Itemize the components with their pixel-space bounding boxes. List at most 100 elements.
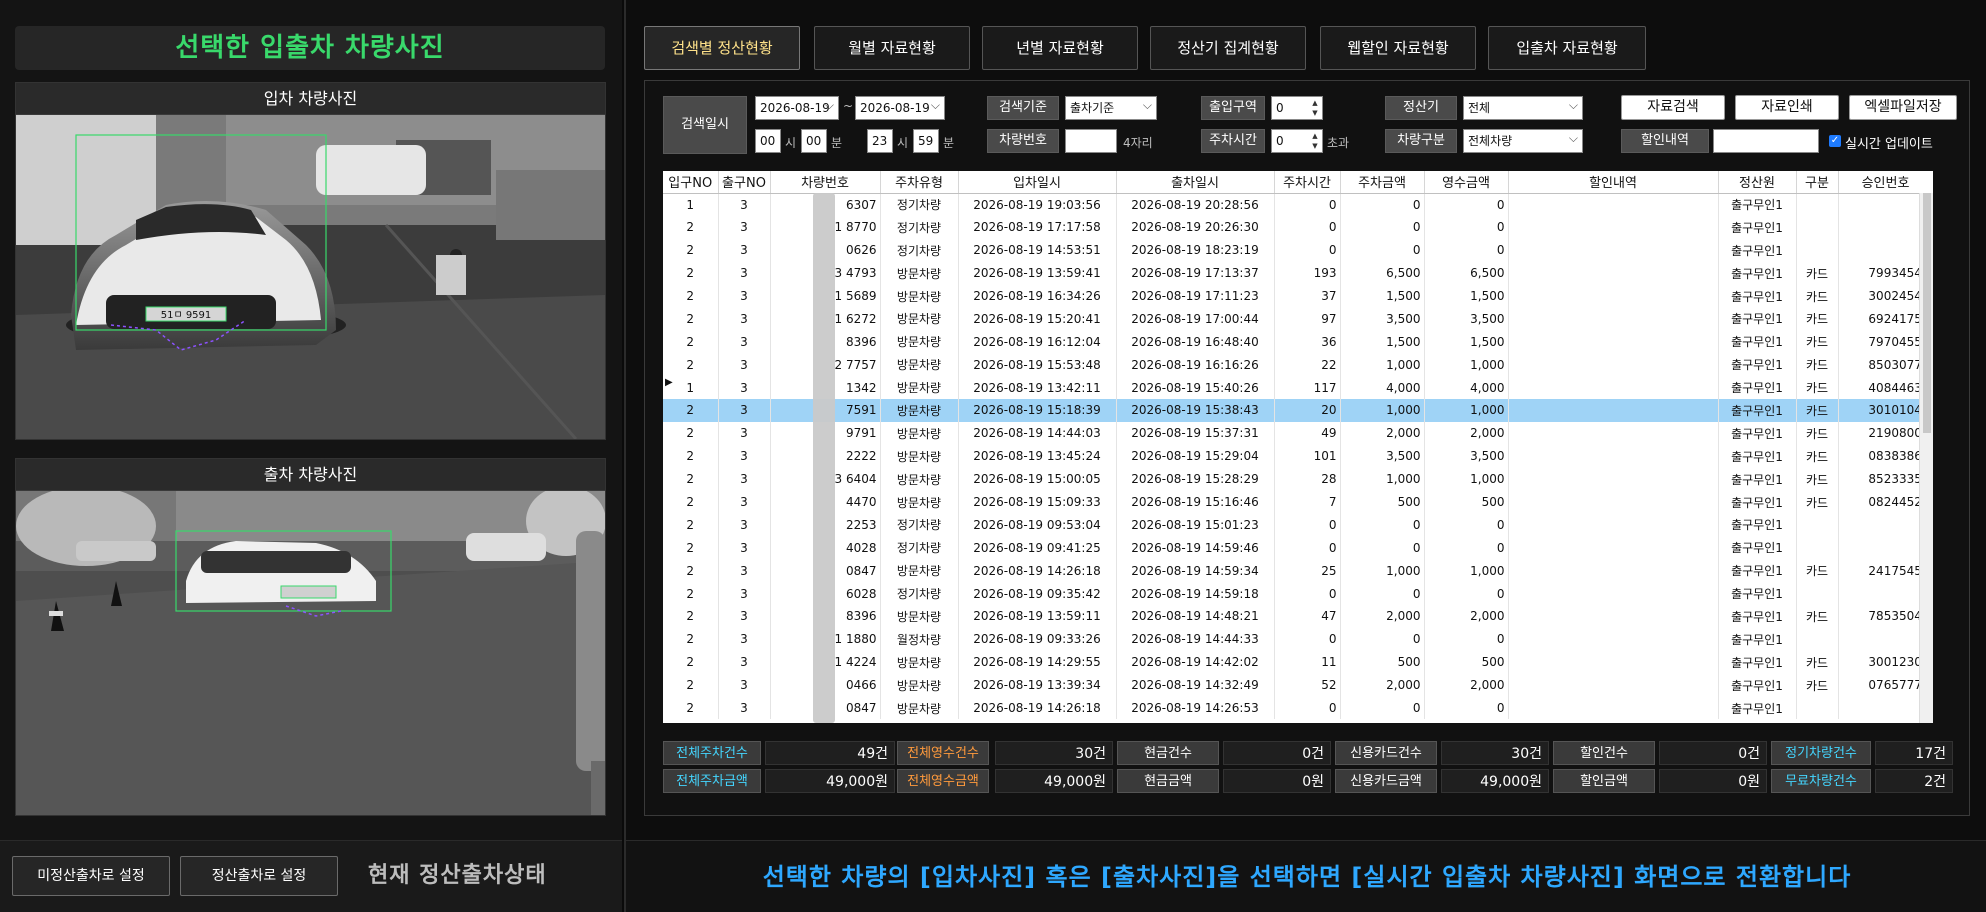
table-row[interactable]: 2 3 9791 방문차량 2026-08-19 14:44:03 2026-08-19 … bbox=[663, 421, 1933, 445]
column-header[interactable]: 정산원 bbox=[1718, 171, 1797, 194]
table-row[interactable]: 2 3 2222 방문차량 2026-08-19 13:45:24 2026-08-19 … bbox=[663, 444, 1933, 468]
table-row[interactable]: 2 3 6028 정기차량 2026-08-19 09:35:42 2026-08-19 … bbox=[663, 582, 1933, 606]
scrollbar-thumb[interactable] bbox=[1923, 193, 1931, 433]
table-cell bbox=[1508, 444, 1719, 468]
criteria-select[interactable]: 출차기준 bbox=[1065, 94, 1157, 120]
park-time-spinner[interactable]: 0 ▲ ▼ bbox=[1271, 129, 1323, 153]
table-cell: 카드 bbox=[1796, 559, 1839, 583]
settlement-table[interactable]: 입구NO 출구NO 차량번호 주차유형 입차일시 출차일시 주차시간 주차금액 영수금액 할인내역… bbox=[663, 171, 1933, 723]
table-cell: 2026-08-19 15:01:23 bbox=[1116, 513, 1275, 537]
gate-spinner[interactable]: 0 ▲ ▼ bbox=[1271, 96, 1323, 120]
table-row[interactable]: 1 3 1342 방문차량 2026-08-19 13:42:11 2026-08-19 … bbox=[663, 376, 1933, 400]
gate-label: 출입구역 bbox=[1201, 96, 1265, 120]
exit-photo[interactable] bbox=[16, 491, 605, 815]
table-cell: 2026-08-19 13:59:41 bbox=[958, 261, 1117, 285]
table-row[interactable]: 2 3 0626 정기차량 2026-08-19 14:53:51 2026-08-19 … bbox=[663, 238, 1933, 262]
table-row[interactable]: 2 3 2253 정기차량 2026-08-19 09:53:04 2026-08-19 … bbox=[663, 513, 1933, 537]
print-button[interactable]: 자료인쇄 bbox=[1735, 95, 1839, 120]
spinner-arrows-icon[interactable]: ▲ ▼ bbox=[1310, 98, 1320, 118]
table-row[interactable]: 2 3 0847 방문차량 2026-08-19 14:26:18 2026-08-19 … bbox=[663, 559, 1933, 583]
entry-photo[interactable]: 51ㅁ 9591 bbox=[16, 115, 605, 439]
from-hour-input[interactable]: 00 bbox=[755, 129, 781, 153]
tab-entry-exit[interactable]: 입출차 자료현황 bbox=[1488, 26, 1646, 70]
table-cell: 37 bbox=[1274, 284, 1341, 308]
table-row[interactable]: 2 3 8396 방문차량 2026-08-19 13:59:11 2026-08-19 … bbox=[663, 605, 1933, 628]
to-hour-unit: 시 bbox=[897, 136, 909, 150]
date-to-select[interactable]: 2026-08-19 bbox=[855, 94, 945, 120]
table-cell: 카드 bbox=[1796, 353, 1839, 377]
column-header[interactable]: 승인번호 bbox=[1838, 171, 1933, 194]
table-row[interactable]: 231 4224 방문차량 2026-08-19 14:29:55 2026-08-1… bbox=[663, 650, 1933, 674]
spinner-arrows-icon[interactable]: ▲ ▼ bbox=[1310, 131, 1320, 151]
to-min-unit: 분 bbox=[943, 136, 955, 150]
table-cell: 0 bbox=[1340, 536, 1425, 560]
table-cell: 2026-08-19 14:53:51 bbox=[958, 238, 1117, 262]
table-row[interactable]: 233 4793 방문차량 2026-08-19 13:59:41 2026-08-1… bbox=[663, 261, 1933, 285]
table-row[interactable]: 1 3 6307 정기차량 2026-08-19 19:03:56 2026-08-19 … bbox=[663, 193, 1933, 216]
realtime-checkbox[interactable]: ✓ bbox=[1829, 135, 1841, 147]
from-min-input[interactable]: 00 bbox=[801, 129, 827, 153]
table-row[interactable]: 2 3 8396 방문차량 2026-08-19 16:12:04 2026-08-19 … bbox=[663, 330, 1933, 354]
discount-input[interactable] bbox=[1713, 129, 1819, 153]
table-cell: 2 bbox=[663, 536, 719, 560]
entry-photo-box[interactable]: 입차 차량사진 51ㅁ 9591 bbox=[15, 82, 606, 440]
table-cell: 방문차량 bbox=[880, 650, 959, 674]
table-cell: 2026-08-19 16:16:26 bbox=[1116, 353, 1275, 377]
table-row[interactable]: 233 6404 방문차량 2026-08-19 15:00:05 2026-08-1… bbox=[663, 467, 1933, 491]
right-panel: 검색별 정산현황 월별 자료현황 년별 자료현황 정산기 집계현황 웹할인 자료… bbox=[624, 0, 1986, 912]
column-header[interactable]: 주차금액 bbox=[1340, 171, 1425, 194]
tab-settler-summary[interactable]: 정산기 집계현황 bbox=[1150, 26, 1306, 70]
column-header[interactable]: 입차일시 bbox=[958, 171, 1117, 194]
tab-monthly[interactable]: 월별 자료현황 bbox=[814, 26, 970, 70]
table-cell bbox=[1508, 330, 1719, 354]
table-cell bbox=[1508, 627, 1719, 651]
set-paid-exit-button[interactable]: 정산출차로 설정 bbox=[180, 856, 338, 896]
column-header[interactable]: 입구NO bbox=[663, 171, 719, 194]
free-count-label: 무료차량건수 bbox=[1771, 769, 1871, 793]
table-cell bbox=[1508, 376, 1719, 400]
total-parking-count: 49건 bbox=[765, 741, 895, 765]
tab-web-discount[interactable]: 웹할인 자료현황 bbox=[1320, 26, 1476, 70]
set-unpaid-exit-button[interactable]: 미정산출차로 설정 bbox=[12, 856, 170, 896]
table-row[interactable]: 2 3 0847 방문차량 2026-08-19 14:26:18 2026-08-19 … bbox=[663, 696, 1933, 720]
column-header[interactable]: 차량번호 bbox=[770, 171, 881, 194]
date-from-select[interactable]: 2026-08-19 bbox=[755, 94, 839, 120]
table-cell: 0 bbox=[1340, 627, 1425, 651]
table-cell bbox=[1796, 238, 1839, 262]
column-header[interactable]: 출구NO bbox=[718, 171, 771, 194]
table-row[interactable]: 231 5689 방문차량 2026-08-19 16:34:26 2026-08-1… bbox=[663, 284, 1933, 308]
column-header[interactable]: 구분 bbox=[1796, 171, 1839, 194]
table-row[interactable]: 232 7757 방문차량 2026-08-19 15:53:48 2026-08-1… bbox=[663, 353, 1933, 377]
exit-photo-box[interactable]: 출차 차량사진 bbox=[15, 458, 606, 816]
table-cell: 3 bbox=[718, 444, 771, 468]
column-header[interactable]: 주차시간 bbox=[1274, 171, 1341, 194]
table-scrollbar[interactable] bbox=[1919, 193, 1933, 723]
table-row[interactable]: 231 1880 월정차량 2026-08-19 09:33:26 2026-08-1… bbox=[663, 627, 1933, 651]
table-cell: 3 bbox=[718, 513, 771, 537]
excel-save-button[interactable]: 엑셀파일저장 bbox=[1849, 95, 1957, 120]
plate-input[interactable] bbox=[1065, 129, 1117, 153]
tab-yearly[interactable]: 년별 자료현황 bbox=[982, 26, 1138, 70]
car-type-select[interactable]: 전체차량 bbox=[1463, 127, 1583, 153]
column-header[interactable]: 출차일시 bbox=[1116, 171, 1275, 194]
table-row[interactable]: 231 8770 정기차량 2026-08-19 17:17:58 2026-08-1… bbox=[663, 215, 1933, 239]
to-min-input[interactable]: 59 bbox=[913, 129, 939, 153]
column-header[interactable]: 할인내역 bbox=[1508, 171, 1719, 194]
to-hour-input[interactable]: 23 bbox=[867, 129, 893, 153]
search-button[interactable]: 자료검색 bbox=[1621, 95, 1725, 120]
table-row[interactable]: 231 6272 방문차량 2026-08-19 15:20:41 2026-08-1… bbox=[663, 307, 1933, 331]
table-row[interactable]: 2 3 4470 방문차량 2026-08-19 15:09:33 2026-08-19 … bbox=[663, 490, 1933, 514]
table-row[interactable]: 2 3 0466 방문차량 2026-08-19 13:39:34 2026-08-19 … bbox=[663, 673, 1933, 697]
table-cell: 3 bbox=[718, 376, 771, 400]
table-cell: 2026-08-19 17:00:44 bbox=[1116, 307, 1275, 331]
column-header[interactable]: 영수금액 bbox=[1424, 171, 1509, 194]
table-row[interactable]: 2 3 4028 정기차량 2026-08-19 09:41:25 2026-08-19 … bbox=[663, 536, 1933, 560]
table-row[interactable]: 2 3 7591 방문차량 2026-08-19 15:18:39 2026-08-19 … bbox=[663, 399, 1933, 422]
settler-select[interactable]: 전체 bbox=[1463, 94, 1583, 120]
table-cell: 정기차량 bbox=[880, 238, 959, 262]
tab-search-settlement[interactable]: 검색별 정산현황 bbox=[644, 26, 800, 70]
table-cell: 출구무인1 bbox=[1718, 330, 1797, 354]
column-header[interactable]: 주차유형 bbox=[880, 171, 959, 194]
table-cell: 2 bbox=[663, 673, 719, 697]
table-cell: 출구무인1 bbox=[1718, 467, 1797, 491]
